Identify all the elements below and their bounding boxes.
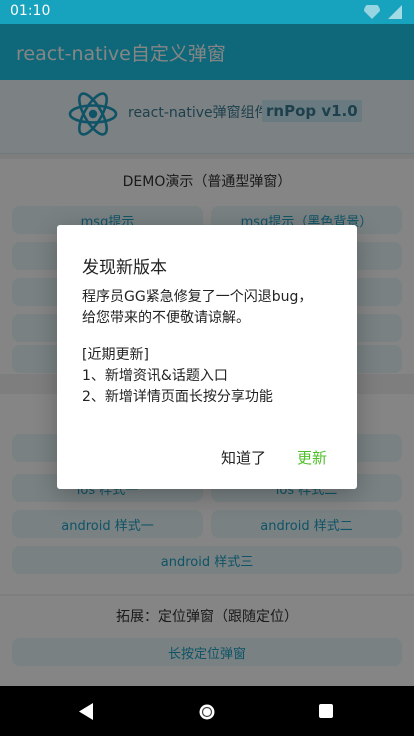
status-bar: 01:10 [0,0,414,24]
nav-recents-icon[interactable] [318,703,334,719]
wifi-signal-icon [364,5,402,19]
dialog-message-line: 程序员GG紧急修复了一个闪退bug， [82,289,313,305]
status-icons [362,5,406,19]
status-time: 01:10 [10,3,51,19]
dialog-update-item: 1、新增资讯&话题入口 [82,368,228,384]
nav-home-icon[interactable] [198,703,216,721]
navigation-bar [0,686,414,736]
dismiss-button[interactable]: 知道了 [221,447,266,468]
dialog-updates-heading: [近期更新] [82,347,149,363]
dialog-title: 发现新版本 [82,258,167,278]
dialog-message-line: 给您带来的不便敬请谅解。 [82,310,250,326]
update-button[interactable]: 更新 [297,447,327,468]
nav-back-icon[interactable] [78,703,94,720]
update-dialog: 发现新版本 程序员GG紧急修复了一个闪退bug， 给您带来的不便敬请谅解。 [近… [57,225,357,489]
dialog-update-item: 2、新增详情页面长按分享功能 [82,389,273,405]
